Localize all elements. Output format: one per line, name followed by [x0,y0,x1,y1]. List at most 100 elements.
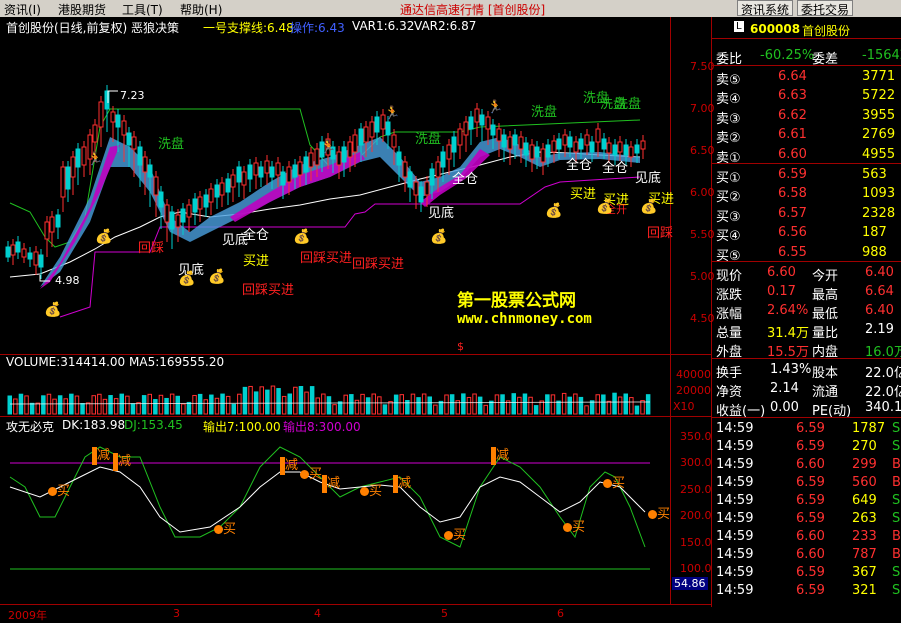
volume-bar [74,395,80,415]
indicator-tick: 200.0 [680,509,712,522]
tick-direction: S [892,565,901,580]
tick-direction: S [892,421,901,436]
candle [5,246,11,258]
menu-help[interactable]: 帮助(H) [180,1,222,18]
stat-value: 31.4万 [767,326,809,341]
candle [297,161,303,176]
volume-bar [186,401,192,415]
volume-unit: X10 [673,400,695,413]
l2-badge: L [734,21,744,32]
volume-bar [573,393,578,415]
candle [49,216,55,233]
tick-time: 14:59 [716,547,754,562]
candle [10,244,16,256]
buy-marker: 买 [444,524,466,543]
volume-bar [500,394,505,415]
volume-bar [522,393,528,415]
candle [269,166,275,178]
candle [556,138,562,150]
tick-volume: 263 [852,511,877,526]
candle [518,136,524,150]
candle [142,156,148,173]
stat-label: 最高 [812,288,839,303]
volume-bar [80,403,85,415]
volume-bar [281,395,287,415]
volume-bar [634,405,640,415]
candle [634,144,640,154]
sell-level-label: 卖⑤ [716,73,741,88]
indicator-tick: 350.0 [680,430,712,443]
volume-bar [528,396,533,415]
runner-icon: 🏃 [384,106,401,121]
tick-price: 6.60 [796,547,825,562]
info-system-button[interactable]: 资讯系统 [737,0,794,17]
candle [98,101,104,128]
buy-level-label: 买② [716,190,741,206]
annotation: 全仓 [602,161,629,176]
candle [595,128,601,143]
high-price-label: 7.23 [120,89,145,102]
runner-icon: 🏃 [320,140,337,155]
menu-info[interactable]: 资讯(I) [4,1,41,18]
buy-level-label: 买③ [716,209,741,225]
volume-bar [41,395,46,415]
volume-bar [141,395,147,415]
volume-bar [85,402,91,415]
tick-direction: S [892,511,901,526]
tick-price: 6.59 [796,493,825,508]
candle [153,176,159,196]
dk-label: DK:183.98 [62,418,126,432]
stat-label: 现价 [716,269,743,284]
annotation: 洗盘 [615,97,642,112]
volume-bar [360,393,365,415]
tick-direction: B [892,529,901,544]
tick-price: 6.59 [796,421,825,436]
volume-bar [237,393,242,415]
volume-bar [35,402,40,415]
volume-bar [265,389,270,415]
sell-price: 6.61 [778,127,807,143]
candle [241,171,247,186]
volume-bar [511,393,516,415]
candle [219,182,225,196]
volume-bar [421,393,427,415]
money-bag-icon: 💰 [293,229,311,245]
annotation: 回踩买进 [352,257,405,272]
candle [529,144,535,160]
stat-value: 2.19 [865,322,894,337]
stat-label: 涨幅 [716,307,743,322]
tick-price: 6.59 [796,511,825,526]
volume-group [7,385,651,415]
tick-direction: B [892,475,901,490]
sell-level-label: 卖④ [716,92,741,108]
candle [33,251,39,266]
stat-value: 6.64 [865,284,894,299]
menu-hk-futures[interactable]: 港股期货 [58,1,106,18]
volume-bar [589,400,595,415]
menu-tools[interactable]: 工具(T) [122,1,163,18]
tick-volume: 367 [852,565,877,580]
volume-bar [489,400,494,415]
volume-bar [259,386,264,415]
buy-price: 6.56 [778,225,807,241]
tick-time: 14:59 [716,493,754,508]
volume-bar [13,398,18,415]
candle [446,144,452,160]
tick-direction: S [892,583,901,598]
volume-bar [197,393,203,415]
annotation: 见底 [428,206,455,221]
volume-bar [270,385,276,415]
volume-bar [220,393,225,415]
candle [169,211,175,230]
buy-marker: 买 [48,480,70,499]
volume-bar [444,394,449,415]
stat-value: 0.00 [770,400,799,415]
tick-volume: 270 [852,439,877,454]
candle [429,168,435,186]
stat-label: 换手 [716,366,743,381]
candle [230,174,236,188]
volume-bar [449,394,455,415]
candle [551,140,557,153]
candle [601,138,607,150]
trade-order-button[interactable]: 委托交易 [797,0,854,17]
